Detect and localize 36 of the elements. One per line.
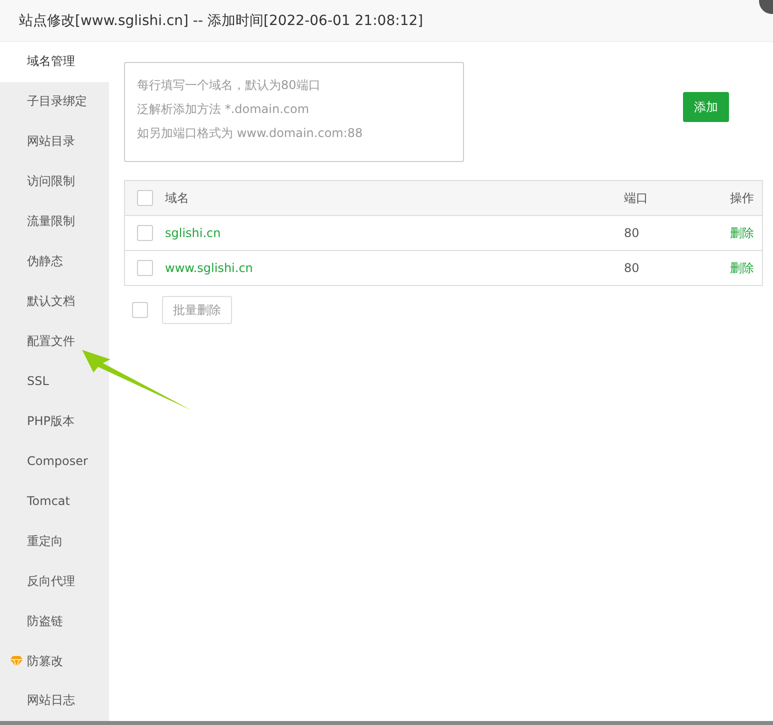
sidebar-item[interactable]: 域名管理 [0,42,109,82]
sidebar-item[interactable]: 子目录绑定 [0,82,109,122]
delete-link[interactable]: 删除 [730,260,754,274]
placeholder-text: 如另加端口格式为 www.domain.com:88 [137,125,364,142]
sidebar-item[interactable]: Composer [0,441,109,482]
delete-link[interactable]: 删除 [730,226,754,240]
add-button[interactable]: 添加 [683,92,729,122]
sidebar-item[interactable]: 默认文档 [0,282,109,322]
table-cell: 80 [624,261,640,275]
sidebar-item[interactable]: 访问限制 [0,162,109,202]
domain-link[interactable]: sglishi.cn [165,226,221,240]
column-header: 域名 [165,190,189,204]
sidebar-item[interactable]: 网站目录 [0,122,109,162]
sidebar-item[interactable]: 流量限制 [0,202,109,242]
sidebar-item[interactable]: Tomcat [0,481,109,522]
sidebar-item[interactable]: PHP版本 [0,401,109,442]
domain-link[interactable]: www.sglishi.cn [165,261,253,275]
placeholder-text: 每行填写一个域名，默认为80端口 [137,77,322,94]
window-title: 站点修改[www.sglishi.cn] -- 添加时间[2022-06-01 21:08:12] [19,12,424,30]
table-cell: 80 [624,226,640,240]
sidebar-item[interactable]: 配置文件 [0,322,109,362]
sidebar-item[interactable]: 重定向 [0,521,109,562]
column-header: 端口 [624,190,648,204]
placeholder-text: 泛解析添加方法 *.domain.com [137,101,310,118]
diamond-icon [10,656,23,667]
sidebar-item[interactable]: 伪静态 [0,242,109,282]
checkbox[interactable] [137,260,153,276]
checkbox[interactable] [137,225,153,241]
checkbox[interactable] [132,302,148,318]
sidebar-item[interactable]: 反向代理 [0,561,109,602]
sidebar-item[interactable]: 网站日志 [0,681,109,721]
sidebar-item[interactable]: SSL [0,362,109,402]
checkbox[interactable] [137,190,153,206]
sidebar-item[interactable]: 防篡改 [0,641,109,681]
sidebar-item[interactable]: 防盗链 [0,601,109,642]
column-header: 操作 [730,190,754,204]
